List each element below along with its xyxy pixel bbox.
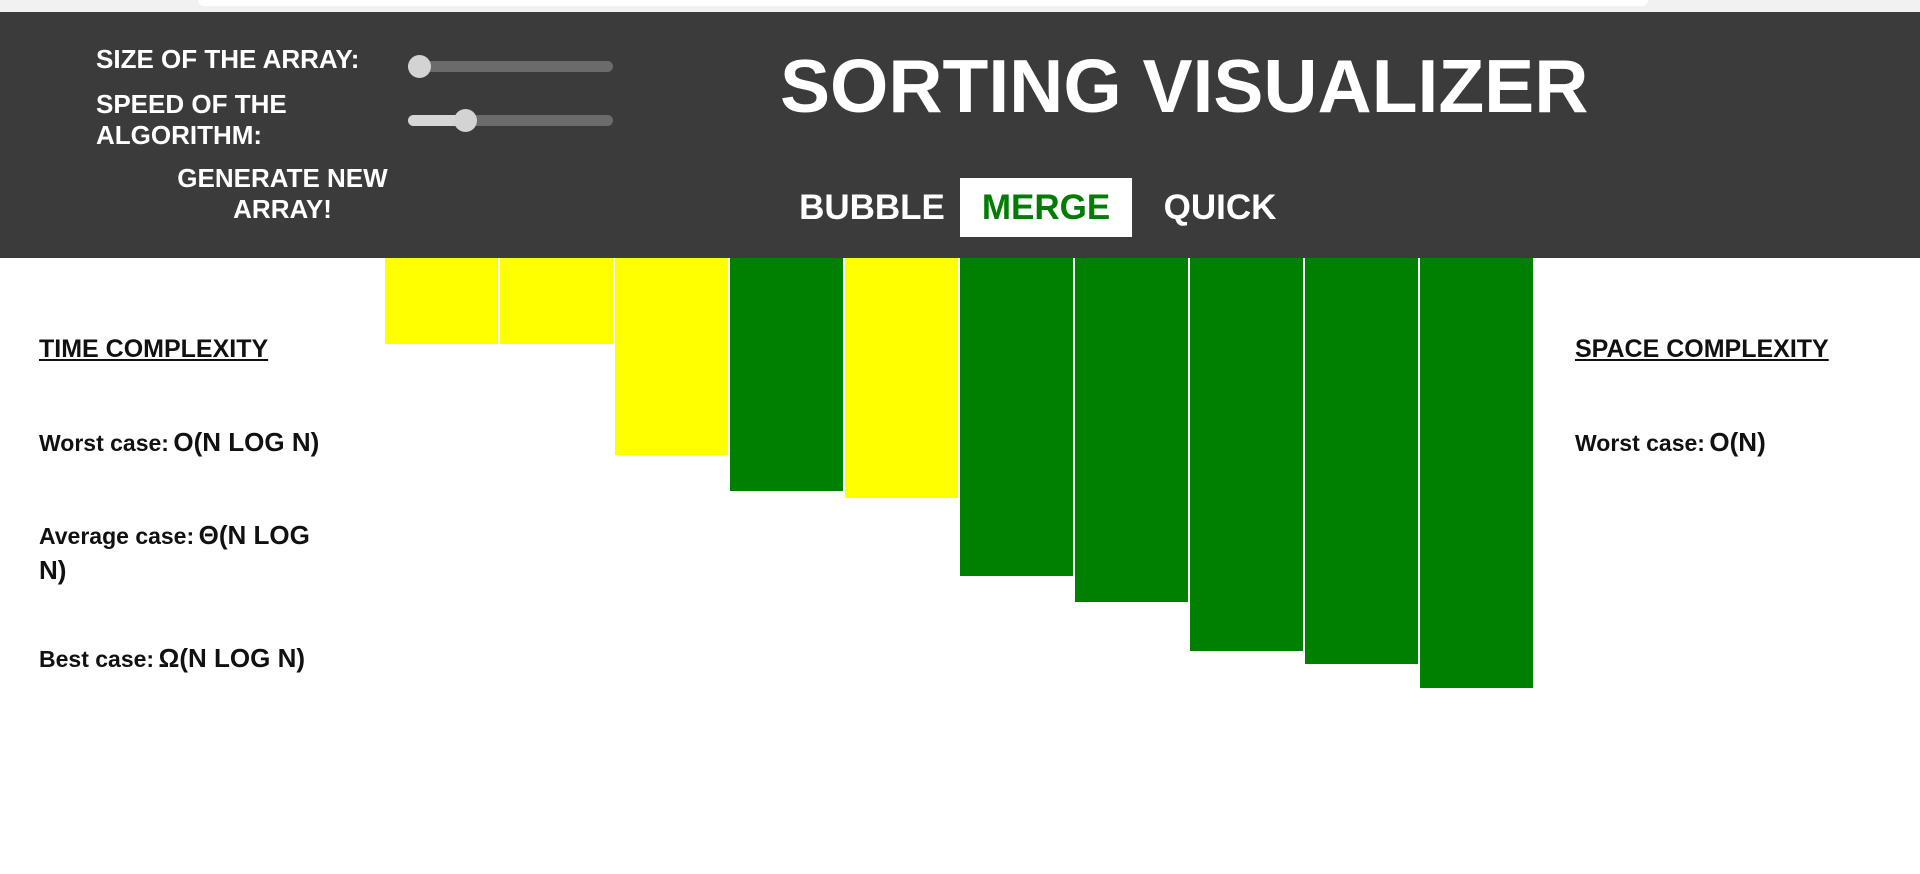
time-worst-case-label: Worst case: bbox=[39, 430, 169, 456]
generate-new-array-button[interactable]: GENERATE NEW ARRAY! bbox=[150, 163, 415, 225]
array-bar bbox=[1420, 258, 1533, 688]
array-bar bbox=[845, 258, 958, 498]
time-best-case-label: Best case: bbox=[39, 646, 155, 672]
tab-merge-sort[interactable]: MERGE bbox=[960, 178, 1132, 237]
tab-quick-sort[interactable]: QUICK bbox=[1150, 178, 1290, 237]
browser-top-strip bbox=[0, 0, 1920, 12]
time-best-case: Best case: Ω(N LOG N) bbox=[39, 643, 305, 678]
array-bars-area bbox=[0, 258, 1920, 708]
array-bar bbox=[960, 258, 1073, 576]
array-bar bbox=[385, 258, 498, 344]
array-bar bbox=[500, 258, 613, 344]
array-bar bbox=[1190, 258, 1303, 651]
page-title: SORTING VISUALIZER bbox=[780, 44, 1589, 128]
time-complexity-heading: TIME COMPLEXITY bbox=[39, 335, 269, 363]
space-worst-case-value: O(N) bbox=[1709, 427, 1766, 457]
array-size-slider[interactable] bbox=[408, 55, 613, 78]
array-bar bbox=[1305, 258, 1418, 664]
time-worst-case: Worst case: O(N LOG N) bbox=[39, 427, 319, 462]
array-size-label: SIZE OF THE ARRAY: bbox=[96, 44, 360, 74]
time-average-case-label: Average case: bbox=[39, 523, 195, 549]
browser-top-edge bbox=[198, 0, 1648, 6]
speed-slider-thumb[interactable] bbox=[453, 109, 477, 132]
space-complexity-heading: SPACE COMPLEXITY bbox=[1575, 335, 1829, 363]
time-worst-case-value: O(N LOG N) bbox=[173, 427, 320, 457]
space-worst-case: Worst case: O(N) bbox=[1575, 427, 1766, 462]
space-worst-case-label: Worst case: bbox=[1575, 430, 1705, 456]
speed-label: SPEED OF THE ALGORITHM: bbox=[96, 89, 287, 150]
array-bar bbox=[615, 258, 728, 455]
array-bar bbox=[1075, 258, 1188, 602]
array-bar bbox=[730, 258, 843, 491]
tab-bubble-sort[interactable]: BUBBLE bbox=[792, 178, 952, 237]
array-size-slider-thumb[interactable] bbox=[408, 55, 431, 78]
speed-slider[interactable] bbox=[408, 109, 613, 132]
time-best-case-value: Ω(N LOG N) bbox=[158, 643, 306, 673]
time-average-case: Average case: Θ(N LOG N) bbox=[39, 520, 339, 590]
